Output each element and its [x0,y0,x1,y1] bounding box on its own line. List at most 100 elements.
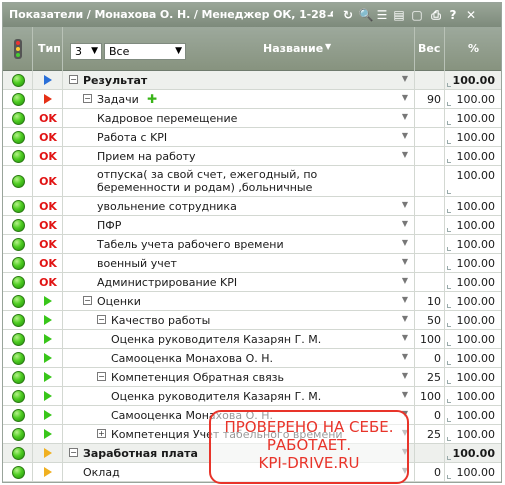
name-cell[interactable]: Кадровое перемещение ▼ [63,109,415,127]
table-row[interactable]: OK военный учет ▼ 100.00 [3,254,501,273]
weight-cell[interactable]: 100 [415,387,445,405]
weight-cell[interactable] [415,166,445,196]
name-cell[interactable]: − Качество работы ▼ [63,311,415,329]
weight-cell[interactable]: 0 [415,349,445,367]
row-menu-icon[interactable]: ▼ [402,150,408,159]
weight-cell[interactable]: 25 [415,368,445,386]
table-row[interactable]: OK Работа с KPI ▼ 100.00 [3,128,501,147]
row-menu-icon[interactable]: ▼ [402,295,408,304]
row-menu-icon[interactable]: ▼ [402,257,408,266]
name-cell[interactable]: Оценка руководителя Казарян Г. М. ▼ [63,330,415,348]
table-row[interactable]: Оценка руководителя Казарян Г. М. ▼ 100 100… [3,330,501,349]
name-cell[interactable]: отпуска( за свой счет, ежегодный, по бер… [63,166,415,196]
search-icon[interactable]: 🔍 [358,7,374,23]
expand-icon[interactable]: + [97,429,106,438]
weight-cell[interactable] [415,128,445,146]
weight-cell[interactable] [415,254,445,272]
export-icon[interactable]: ▤ [391,7,407,23]
row-menu-icon[interactable]: ▼ [402,371,408,380]
weight-cell[interactable] [415,273,445,291]
name-cell[interactable]: Табель учета рабочего времени ▼ [63,235,415,253]
table-row[interactable]: OK увольнение сотрудника ▼ 100.00 [3,197,501,216]
name-cell[interactable]: Самооценка Монахова О. Н. ▼ [63,349,415,367]
row-menu-icon[interactable]: ▼ [402,238,408,247]
type-column-header[interactable]: Тип [33,27,63,71]
weight-cell[interactable] [415,147,445,165]
minimize-icon[interactable]: – [322,7,338,23]
percent-value: 100.00 [456,112,496,125]
collapse-icon[interactable]: − [83,296,92,305]
weight-cell[interactable] [415,235,445,253]
weight-cell[interactable]: 25 [415,425,445,443]
row-menu-icon[interactable]: ▼ [402,93,408,102]
weight-cell[interactable] [415,109,445,127]
weight-cell[interactable] [415,216,445,234]
row-menu-icon[interactable]: ▼ [402,352,408,361]
table-row[interactable]: − Качество работы ▼ 50 100.00 [3,311,501,330]
collapse-icon[interactable]: − [83,94,92,103]
list-icon[interactable]: ☰ [374,7,390,23]
row-menu-icon[interactable]: ▼ [402,276,408,285]
weight-cell[interactable]: 10 [415,292,445,310]
collapse-icon[interactable]: − [69,448,78,457]
collapse-icon[interactable]: − [97,372,106,381]
table-row[interactable]: OK Прием на работу ▼ 100.00 [3,147,501,166]
ok-type-label: OK [39,131,57,144]
table-row[interactable]: OK ПФР ▼ 100.00 [3,216,501,235]
name-cell[interactable]: увольнение сотрудника ▼ [63,197,415,215]
row-menu-icon[interactable]: ▼ [402,200,408,209]
print-icon[interactable]: ⎙ [428,7,444,23]
row-menu-icon[interactable]: ▼ [402,333,408,342]
weight-cell[interactable] [415,71,445,89]
name-cell[interactable]: военный учет ▼ [63,254,415,272]
percent-value: 100.00 [452,447,495,460]
name-cell[interactable]: − Оценки ▼ [63,292,415,310]
table-row[interactable]: − Задачи ✚ ▼ 90 100.00 [3,90,501,109]
row-menu-icon[interactable]: ▼ [402,74,408,83]
weight-cell[interactable]: 50 [415,311,445,329]
weight-cell[interactable] [415,444,445,462]
window-icon[interactable]: ▢ [409,7,425,23]
table-row[interactable]: Самооценка Монахова О. Н. ▼ 0 100.00 [3,349,501,368]
name-cell[interactable]: Оценка руководителя Казарян Г. М. ▼ [63,387,415,405]
table-row[interactable]: − Оценки ▼ 10 100.00 [3,292,501,311]
percent-cell: 100.00 [445,406,501,424]
row-menu-icon[interactable]: ▼ [402,131,408,140]
table-row[interactable]: − Компетенция Обратная связь ▼ 25 100.00 [3,368,501,387]
row-menu-icon[interactable]: ▼ [402,314,408,323]
table-row[interactable]: OK Кадровое перемещение ▼ 100.00 [3,109,501,128]
add-icon[interactable]: ✚ [147,92,157,106]
name-column-header[interactable]: 3 ▼ Все ▼ Название ▼ [63,27,415,71]
name-cell[interactable]: − Компетенция Обратная связь ▼ [63,368,415,386]
row-menu-icon[interactable]: ▼ [402,219,408,228]
percent-cell: 100.00 [445,254,501,272]
sort-icon[interactable]: ▼ [325,42,331,51]
row-menu-icon[interactable]: ▼ [402,112,408,121]
row-menu-icon[interactable]: ▼ [402,390,408,399]
weight-cell[interactable]: 0 [415,406,445,424]
collapse-icon[interactable]: − [97,315,106,324]
weight-cell[interactable]: 0 [415,463,445,481]
name-cell[interactable]: ПФР ▼ [63,216,415,234]
name-cell[interactable]: − Результат ▼ [63,71,415,89]
name-cell[interactable]: Прием на работу ▼ [63,147,415,165]
name-cell[interactable]: Работа с KPI ▼ [63,128,415,146]
close-icon[interactable]: ✕ [463,7,479,23]
table-row[interactable]: Оценка руководителя Казарян Г. М. ▼ 100 100… [3,387,501,406]
table-row[interactable]: OK Табель учета рабочего времени ▼ 100.00 [3,235,501,254]
percent-column-header[interactable]: % [445,27,501,71]
name-cell[interactable]: − Задачи ✚ ▼ [63,90,415,108]
table-row[interactable]: OK отпуска( за свой счет, ежегодный, по б… [3,166,501,197]
weight-cell[interactable]: 100 [415,330,445,348]
collapse-icon[interactable]: − [69,75,78,84]
table-row[interactable]: OK Администрирование KPI ▼ 100.00 [3,273,501,292]
weight-column-header[interactable]: Вес [415,27,445,71]
help-icon[interactable]: ? [445,7,461,23]
filter-select[interactable]: Все ▼ [104,43,186,60]
weight-cell[interactable] [415,197,445,215]
level-select[interactable]: 3 ▼ [70,43,102,60]
name-cell[interactable]: Администрирование KPI ▼ [63,273,415,291]
refresh-icon[interactable]: ↻ [340,7,356,23]
table-row[interactable]: − Результат ▼ 100.00 [3,71,501,90]
weight-cell[interactable]: 90 [415,90,445,108]
